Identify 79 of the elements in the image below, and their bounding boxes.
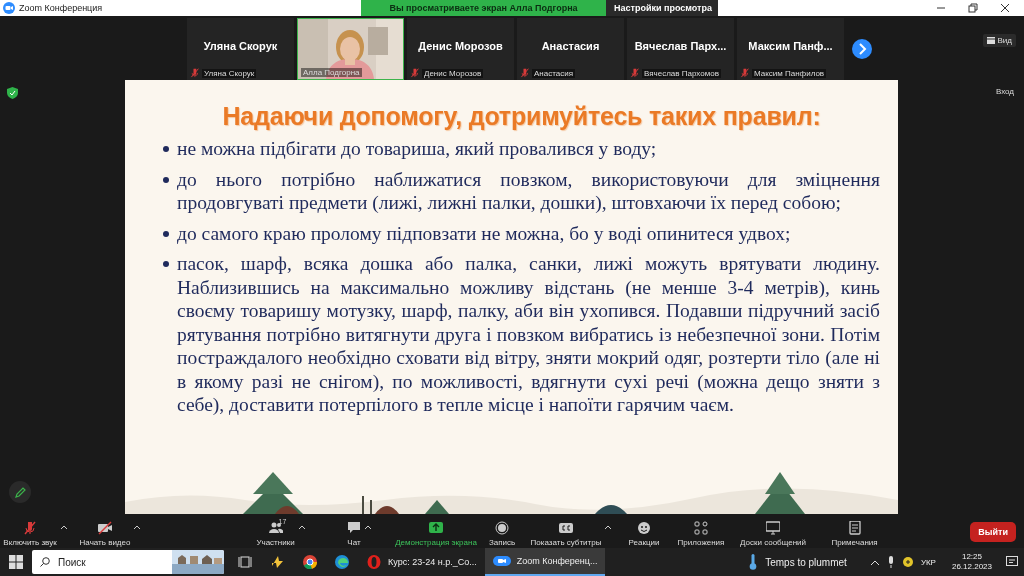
whiteboard-button[interactable]: Доски сообщений <box>740 521 806 547</box>
search-icon <box>40 557 50 567</box>
restore-icon[interactable] <box>968 3 978 13</box>
participant-label: Денис Морозов <box>422 68 484 78</box>
side-label: Вход <box>995 87 1014 96</box>
bullet-icon <box>163 230 169 237</box>
leave-button[interactable]: Выйти <box>970 522 1016 542</box>
bullet-text: до нього потрібно наближатися повзком, використовуючи для зміцнення продовгуваті предмети (лижі, лижні палки, дошки), штовхаючи їх перед собою; <box>177 167 880 215</box>
microphone-icon[interactable] <box>886 556 895 568</box>
view-button[interactable]: Вид <box>982 34 1016 47</box>
smiley-button[interactable]: Реакции <box>628 521 660 547</box>
captions-icon <box>559 521 573 535</box>
grid-icon <box>986 37 995 44</box>
captions-button[interactable]: Показать субтитры <box>530 521 602 547</box>
windows-icon[interactable] <box>9 555 23 569</box>
participant-name: Вячеслав Парх... <box>633 40 728 52</box>
pencil-icon <box>14 486 26 498</box>
participant-label: Уляна Скорук <box>202 68 257 78</box>
search-placeholder: Поиск <box>58 556 86 568</box>
bullet-text: до самого краю пролому підповзати не можна, бо у воді опинитеся удвох; <box>177 221 792 245</box>
share-screen-icon <box>429 521 443 535</box>
participant-label: Алла Подгорна <box>301 68 362 77</box>
slide-title: Надаючи допомогу, дотримуйтесь таких правил: <box>221 102 822 131</box>
chat-bubble-icon <box>347 521 361 535</box>
participant-tile[interactable]: Вячеслав Парх... Вячеслав Пархомов <box>627 18 734 80</box>
share-banner: Вы просматриваете экран Алла Подгорна <box>361 0 606 16</box>
participant-name: Максим Панф... <box>747 40 834 52</box>
participant-name: Уляна Скорук <box>202 40 279 52</box>
status-icon[interactable] <box>902 557 913 567</box>
share-screen-button[interactable]: Демонстрация экрана <box>395 521 477 547</box>
next-page-icon[interactable] <box>852 39 872 59</box>
bullet-icon <box>163 176 169 183</box>
bullet-text: не можна підбігати до товариша, який провалився у воду; <box>177 137 658 161</box>
window-title: Zoom Конференция <box>19 3 103 13</box>
participant-label: Вячеслав Пархомов <box>642 68 721 78</box>
weather-text[interactable]: Temps to plummet <box>765 556 847 568</box>
bullet-text: пасок, шарф, всяка дошка або палка, санки, лижі можуть врятувати людину. Наблизившись на максимально можливу відстань (не менше 3-4 метрів), кинь своєму товаришу мотузку, шарф, палку, аби він ухопився. Подавши підручний засіб рятування потрібно витягнути друга і повзком вибратись із небезпечної зони. Потім постраждалого необхідно сховати від вітру, зняти мокрий одяг, розтерти тіло (але ні в якому разі не снігом), по можливості, вдягнути сухі речі (можна дещо зняти з себе), доставити потерпілого в тепле місце і напоїти гарячим чаєм. <box>177 252 880 417</box>
camera-button[interactable]: Начать видео <box>79 521 131 547</box>
caret-icon[interactable] <box>605 525 612 529</box>
search-field[interactable]: Поиск <box>32 550 224 574</box>
caret-icon[interactable] <box>134 525 141 529</box>
thermometer-icon <box>749 554 758 570</box>
notification-icon[interactable] <box>1006 556 1018 568</box>
participant-name: Анастасия <box>540 40 601 52</box>
apps-icon <box>694 521 708 535</box>
participant-label: Максим Панфилов <box>752 68 827 78</box>
zoom-icon <box>492 553 511 569</box>
opera-icon <box>366 554 382 570</box>
video-tile[interactable]: Алла Подгорна <box>297 18 404 80</box>
record-button[interactable]: Запись <box>488 521 516 547</box>
annotate-button[interactable] <box>9 481 31 503</box>
participant-tile[interactable]: Уляна Скорук Уляна Скорук <box>187 18 294 80</box>
view-options-button[interactable]: Настройки просмотра <box>606 0 718 16</box>
caret-icon[interactable] <box>60 525 67 529</box>
clock-date: 26.12.2023 <box>951 562 992 572</box>
microphone-button[interactable]: Включить звук <box>3 521 57 547</box>
apps-button[interactable]: Приложения <box>677 521 725 547</box>
caret-icon[interactable] <box>365 525 371 529</box>
bullet-icon <box>163 261 169 267</box>
participant-label: Анастасия <box>532 68 576 78</box>
participant-tile[interactable]: Анастасия Анастасия <box>517 18 624 80</box>
taskbar-app-button[interactable]: Zoom Конференц... <box>484 548 606 576</box>
clock-time: 12:25 <box>961 552 982 562</box>
participant-tile[interactable]: Максим Панф... Максим Панфилов <box>737 18 844 80</box>
notes-button[interactable]: Примечания <box>831 521 878 547</box>
whiteboard-icon <box>766 521 780 535</box>
record-icon <box>495 521 509 535</box>
caret-icon[interactable] <box>298 525 305 529</box>
participant-tile[interactable]: Денис Морозов Денис Морозов <box>407 18 514 80</box>
chevron-up-icon[interactable] <box>870 559 879 565</box>
chat-bubble-button[interactable]: Чат <box>347 521 361 547</box>
language-indicator[interactable]: УКР <box>920 557 936 567</box>
taskbar-app-button[interactable]: Курс: 23-24 н.р._Со... <box>358 548 485 576</box>
notes-icon <box>847 521 862 535</box>
close-icon[interactable] <box>1000 3 1010 13</box>
smiley-icon <box>637 521 651 535</box>
participant-name: Денис Морозов <box>417 40 504 52</box>
shield-icon <box>7 87 18 99</box>
bullet-icon <box>163 146 169 152</box>
